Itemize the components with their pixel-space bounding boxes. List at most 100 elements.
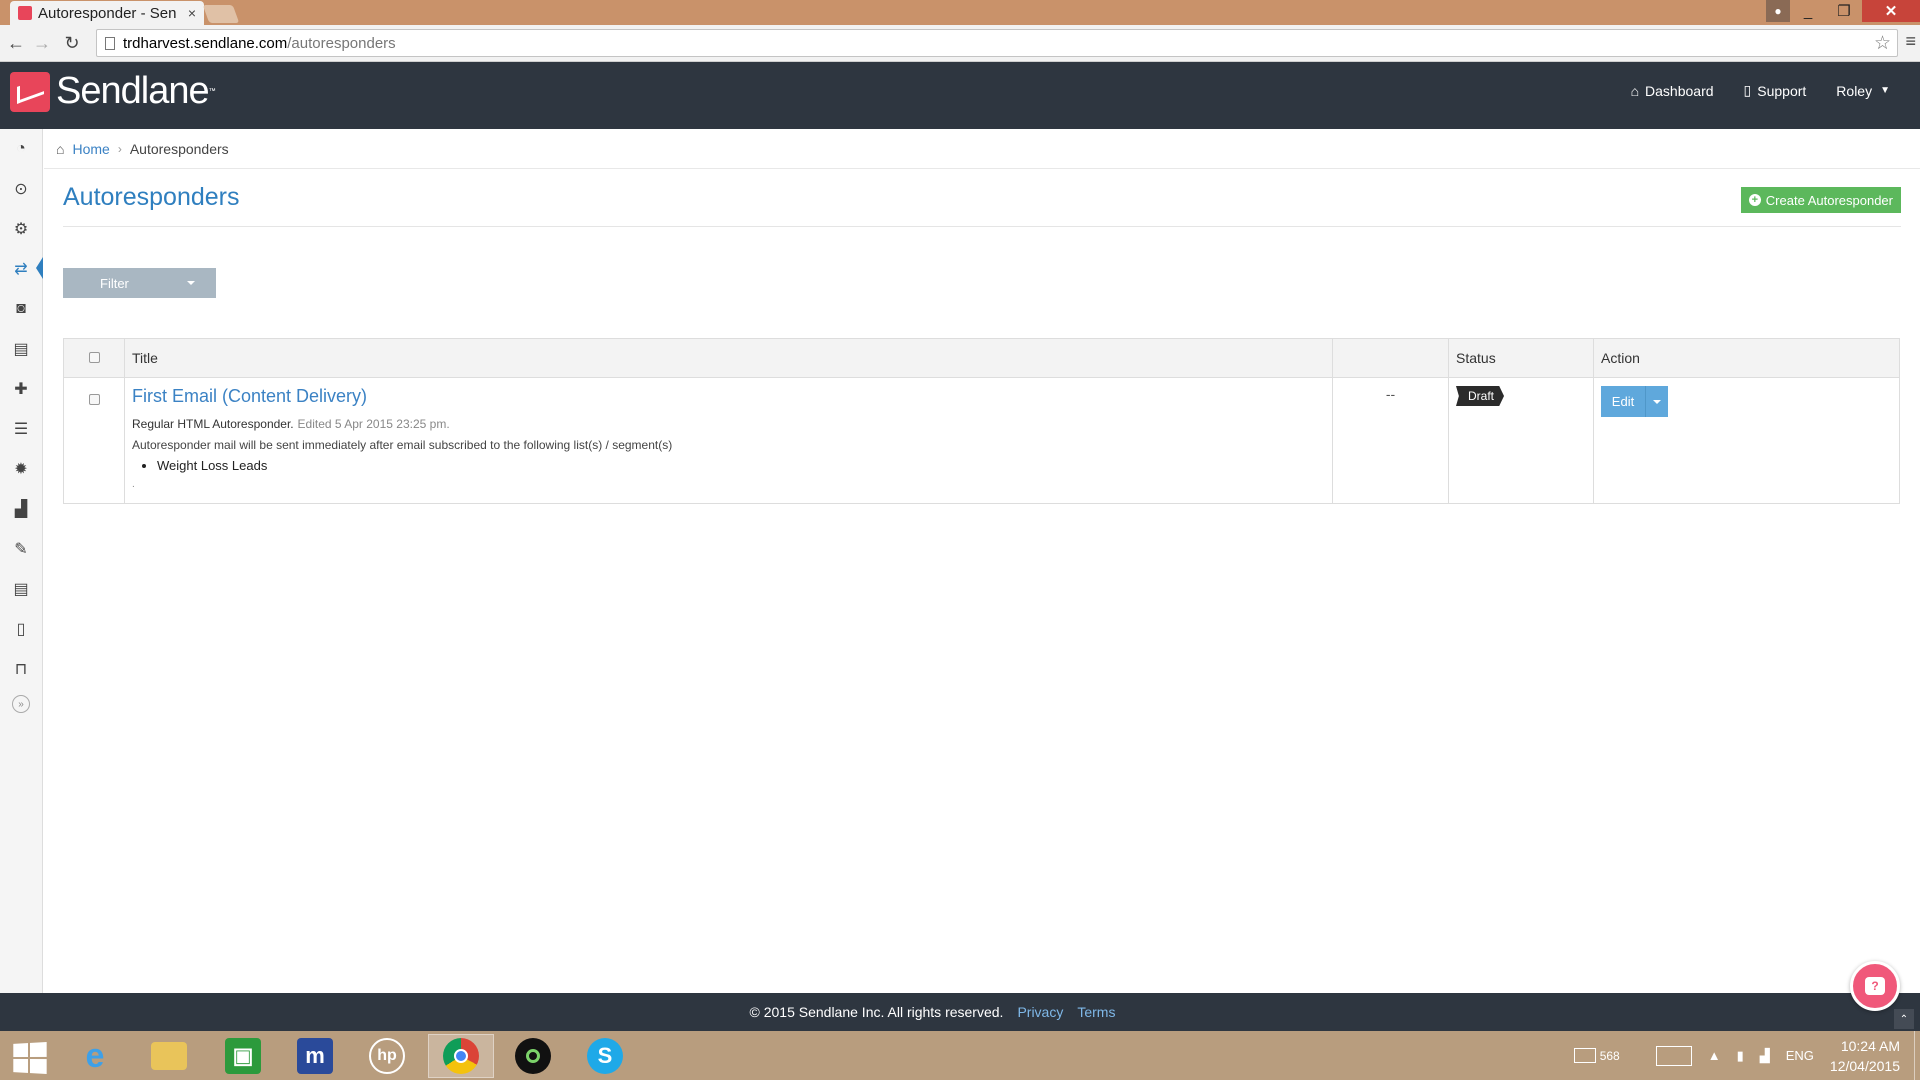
windows-taskbar: e ▣ m hp S 568 ▲ ▮ ▟ ENG 10:24 AM 12/04/… xyxy=(0,1031,1920,1080)
create-autoresponder-label: Create Autoresponder xyxy=(1765,192,1893,208)
file-explorer-icon[interactable] xyxy=(136,1034,202,1078)
column-header-blank xyxy=(1332,338,1449,378)
sendlane-logo[interactable]: Sendlane ™ xyxy=(10,70,216,113)
new-tab-button[interactable] xyxy=(202,5,240,23)
page-icon xyxy=(105,36,115,50)
chat-question-icon: ? xyxy=(1865,977,1885,995)
clock-time: 10:24 AM xyxy=(1840,1037,1900,1054)
autoresponder-type: Regular HTML Autoresponder. xyxy=(132,417,294,431)
column-header-action: Action xyxy=(1593,338,1900,378)
show-hidden-icons-icon[interactable]: ▲ xyxy=(1708,1048,1721,1063)
page-header: Autoresponders + Create Autoresponder xyxy=(63,169,1901,227)
table-header-row: Title Status Action xyxy=(63,338,1900,378)
touch-keyboard-icon[interactable] xyxy=(1655,1045,1692,1066)
dashboard-icon[interactable]: ◔ xyxy=(0,129,42,169)
nav-support[interactable]: ▯ Support xyxy=(1744,82,1807,99)
segment-list: Weight Loss Leads xyxy=(132,458,1325,473)
terms-link[interactable]: Terms xyxy=(1077,1004,1115,1020)
filter-label: Filter xyxy=(100,275,129,291)
row-select-cell xyxy=(63,377,125,504)
battery-icon[interactable]: ▮ xyxy=(1737,1048,1744,1064)
nav-dashboard[interactable]: ⌂ Dashboard xyxy=(1631,83,1714,99)
document-icon[interactable]: ▤ xyxy=(0,329,42,369)
url-input[interactable]: trdharvest.sendlane.com/autoresponders ☆ xyxy=(96,29,1898,57)
settings-icon[interactable]: ✹ xyxy=(0,449,42,489)
page-title: Autoresponders xyxy=(63,183,240,211)
camera-app-icon[interactable] xyxy=(500,1034,566,1078)
store-icon[interactable]: ▣ xyxy=(210,1034,276,1078)
add-user-icon[interactable]: ✚ xyxy=(0,369,42,409)
scroll-top-icon[interactable]: ⌃ xyxy=(1894,1009,1914,1029)
select-all-header xyxy=(63,338,125,378)
close-tab-icon[interactable]: × xyxy=(188,5,196,21)
filter-dropdown-button[interactable]: Filter xyxy=(63,268,216,298)
back-icon[interactable]: ← xyxy=(4,31,28,55)
skype-icon[interactable]: S xyxy=(572,1034,638,1078)
user-profile-icon[interactable]: ● xyxy=(1766,0,1790,22)
ie-icon[interactable]: e xyxy=(62,1034,128,1078)
breadcrumb: ⌂ Home › Autoresponders xyxy=(44,129,1920,169)
row-title-cell: First Email (Content Delivery) Regular H… xyxy=(124,377,1333,504)
restore-icon[interactable]: ❐ xyxy=(1826,0,1862,22)
breadcrumb-current: Autoresponders xyxy=(129,140,229,157)
list-icon[interactable]: ☰ xyxy=(0,409,42,449)
autoresponder-description: Autoresponder mail will be sent immediat… xyxy=(132,438,673,452)
url-host: trdharvest.sendlane.com xyxy=(123,34,288,52)
mobile-icon[interactable]: ▯ xyxy=(0,609,42,649)
wrench-icon[interactable]: ✎ xyxy=(0,529,42,569)
system-clock[interactable]: 10:24 AM 12/04/2015 xyxy=(1830,1036,1900,1076)
plus-circle-icon: + xyxy=(1748,194,1761,206)
row-action-cell: Edit xyxy=(1593,377,1900,504)
unlock-icon[interactable]: ⊓ xyxy=(0,649,42,689)
row-checkbox[interactable] xyxy=(88,394,100,405)
signal-icon[interactable]: ▟ xyxy=(0,489,42,529)
help-chat-button[interactable]: ? xyxy=(1850,961,1900,1011)
mail-notification[interactable]: 568 xyxy=(1573,1048,1620,1063)
forward-icon[interactable]: → xyxy=(30,31,54,55)
list-item: Weight Loss Leads xyxy=(157,458,1325,473)
edit-dropdown-toggle[interactable] xyxy=(1646,386,1668,417)
window-controls: ● _ ❐ ✕ xyxy=(1766,0,1920,25)
sidebar-expand-icon[interactable]: » xyxy=(0,689,42,719)
gears-icon[interactable]: ⚙ xyxy=(0,209,42,249)
show-desktop-button[interactable] xyxy=(1914,1031,1920,1080)
caret-down-icon: ▼ xyxy=(1880,85,1890,96)
edit-button-group: Edit xyxy=(1601,386,1668,417)
wifi-signal-icon[interactable]: ▟ xyxy=(1760,1048,1770,1064)
minimize-icon[interactable]: _ xyxy=(1790,0,1826,22)
home-icon: ⌂ xyxy=(56,140,65,157)
breadcrumb-home-link[interactable]: Home xyxy=(72,141,109,157)
window-close-icon[interactable]: ✕ xyxy=(1862,0,1920,22)
breadcrumb-separator-icon: › xyxy=(117,141,122,156)
column-header-title: Title xyxy=(124,338,1333,378)
autoresponder-title-link[interactable]: First Email (Content Delivery) xyxy=(132,386,1325,407)
file-icon[interactable]: ▤ xyxy=(0,569,42,609)
user-menu[interactable]: Roley ▼ xyxy=(1836,83,1890,99)
address-bar-row: ← → ↻ trdharvest.sendlane.com/autorespon… xyxy=(0,25,1920,62)
footer: © 2015 Sendlane Inc. All rights reserved… xyxy=(0,993,1920,1031)
hp-icon[interactable]: hp xyxy=(354,1034,420,1078)
top-navigation: ⌂ Dashboard ▯ Support Roley ▼ xyxy=(1601,82,1890,99)
status-badge: Draft xyxy=(1456,386,1505,406)
copyright-text: © 2015 Sendlane Inc. All rights reserved… xyxy=(749,1004,1004,1020)
caret-down-icon xyxy=(187,281,195,285)
chrome-icon[interactable] xyxy=(428,1034,494,1078)
reload-icon[interactable]: ↻ xyxy=(60,31,84,55)
nav-support-label: Support xyxy=(1757,82,1807,99)
m-app-icon[interactable]: m xyxy=(282,1034,348,1078)
windows-start-icon[interactable] xyxy=(13,1042,47,1074)
privacy-link[interactable]: Privacy xyxy=(1017,1004,1063,1020)
autoresponder-icon[interactable]: ⇄ xyxy=(0,249,43,289)
autoresponder-edited: Edited 5 Apr 2015 23:25 pm. xyxy=(297,417,450,431)
language-indicator[interactable]: ENG xyxy=(1786,1048,1814,1063)
rss-icon[interactable]: ◙ xyxy=(0,289,42,329)
compass-icon[interactable]: ⊙ xyxy=(0,169,42,209)
browser-tab[interactable]: Autoresponder - Sen × xyxy=(10,1,204,25)
edit-button[interactable]: Edit xyxy=(1601,386,1646,417)
browser-menu-icon[interactable]: ≡ xyxy=(1905,31,1916,52)
row-status-cell: Draft xyxy=(1448,377,1594,504)
select-all-checkbox[interactable] xyxy=(88,352,100,363)
expand-chevron-icon: » xyxy=(12,695,30,713)
bookmark-star-icon[interactable]: ☆ xyxy=(1874,32,1891,55)
create-autoresponder-button[interactable]: + Create Autoresponder xyxy=(1740,187,1901,213)
